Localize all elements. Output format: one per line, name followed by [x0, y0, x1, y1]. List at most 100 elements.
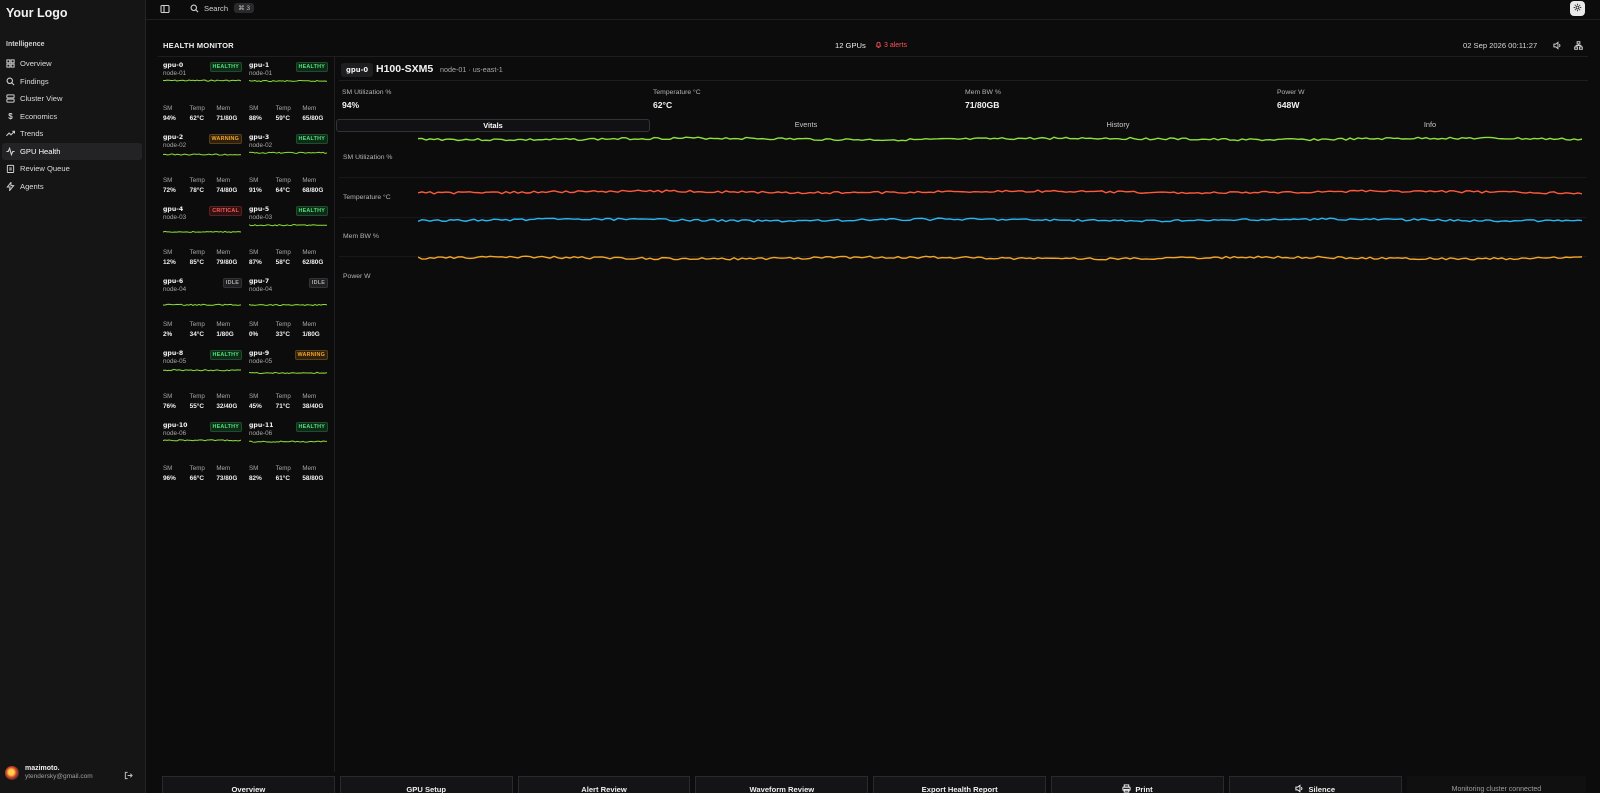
stat-label-sm: SM	[163, 393, 173, 400]
waveform-line	[418, 255, 1582, 261]
sidebar-item-review-queue[interactable]: Review Queue	[2, 160, 142, 178]
gpu-stats: SM 76% Temp 55°C Mem 32/40G	[163, 393, 243, 410]
search-button[interactable]: Search ⌘ 3	[190, 3, 254, 13]
gpu-card[interactable]: gpu-0 node-01 HEALTHY SM 94% Temp 62°C Mem 71/80…	[160, 57, 244, 129]
print-button[interactable]: Print	[1051, 776, 1224, 793]
gpu-card[interactable]: gpu-2 node-02 WARNING SM 72% Temp 78°C Mem 74/80…	[160, 129, 244, 201]
sidebar-item-gpu-health[interactable]: GPU Health	[2, 142, 142, 160]
user-profile[interactable]: mazimoto. ytendersky@gmail.com	[5, 765, 93, 780]
gpu-card-node: node-03	[249, 214, 273, 221]
gpu-card[interactable]: gpu-10 node-06 HEALTHY SM 96% Temp 66°C Mem 73/8…	[160, 417, 244, 489]
tab-vitals[interactable]: Vitals	[336, 119, 650, 132]
stat-value-sm: 72%	[163, 187, 176, 194]
sidebar-item-economics[interactable]: $ Economics	[2, 108, 142, 126]
button-label: Export Health Report	[921, 785, 998, 793]
gpu-card[interactable]: gpu-3 node-02 HEALTHY SM 91% Temp 64°C Mem 68/80…	[246, 129, 330, 201]
stat-label-mem: Mem	[302, 249, 317, 256]
waveform-review-button[interactable]: Waveform Review	[695, 776, 869, 793]
gpu-card[interactable]: gpu-7 node-04 IDLE SM 0% Temp 33°C Mem 1/80G	[246, 273, 330, 345]
tab-events[interactable]: Events	[650, 119, 962, 132]
metric-label: Mem BW %	[965, 89, 1001, 96]
gpu-stats: SM 96% Temp 66°C Mem 73/80G	[163, 465, 243, 482]
sidebar-item-overview[interactable]: Overview	[2, 55, 142, 73]
metric-value: 648W	[1277, 100, 1300, 110]
stat-label-temp: Temp	[189, 177, 205, 184]
search-icon	[190, 4, 199, 13]
stat-label-temp: Temp	[275, 465, 291, 472]
gpu-card[interactable]: gpu-6 node-04 IDLE SM 2% Temp 34°C Mem 1/80G	[160, 273, 244, 345]
gpu-card-node: node-04	[163, 286, 187, 293]
stat-value-mem: 1/80G	[302, 331, 320, 338]
gpu-card[interactable]: gpu-8 node-05 HEALTHY SM 76% Temp 55°C Mem 32/40…	[160, 345, 244, 417]
bottom-action-bar: Overview GPU Setup Alert Review Waveform…	[162, 776, 1587, 793]
overview-button[interactable]: Overview	[162, 776, 335, 793]
status-badge: HEALTHY	[295, 62, 328, 72]
stat-label-mem: Mem	[216, 249, 231, 256]
divider	[334, 57, 335, 772]
gpu-card-node: node-06	[249, 430, 273, 437]
status-badge: HEALTHY	[209, 422, 242, 432]
button-label: GPU Setup	[406, 785, 447, 793]
gpu-card[interactable]: gpu-4 node-03 CRITICAL SM 12% Temp 85°C Mem 79/8…	[160, 201, 244, 273]
stat-value-temp: 58°C	[275, 259, 290, 266]
sidebar-item-findings[interactable]: Findings	[2, 73, 142, 91]
gpu-card[interactable]: gpu-11 node-06 HEALTHY SM 82% Temp 61°C Mem 58/8…	[246, 417, 330, 489]
gpu-card-id: gpu-5	[249, 206, 270, 213]
status-badge: WARNING	[294, 350, 328, 360]
gpu-setup-button[interactable]: GPU Setup	[339, 776, 513, 793]
stat-value-sm: 76%	[163, 403, 176, 410]
gpu-card[interactable]: gpu-5 node-03 HEALTHY SM 87% Temp 58°C Mem 62/80…	[246, 201, 330, 273]
stat-value-temp: 64°C	[275, 187, 290, 194]
stat-label-sm: SM	[163, 177, 173, 184]
metric-value: 71/80GB	[965, 100, 1000, 110]
stat-value-mem: 79/80G	[216, 259, 238, 266]
trace-label-sm: SM Utilization %	[343, 154, 393, 161]
sidebar-item-cluster-view[interactable]: Cluster View	[2, 90, 142, 108]
silence-button[interactable]: Silence	[1228, 776, 1402, 793]
gpu-card-node: node-05	[163, 358, 187, 365]
volume-icon[interactable]	[1553, 41, 1562, 50]
avatar	[5, 765, 19, 780]
sidebar-toggle-icon[interactable]	[160, 4, 170, 14]
alert-review-button[interactable]: Alert Review	[517, 776, 691, 793]
metric-label: SM Utilization %	[342, 89, 392, 96]
trace-label-power: Power W	[343, 273, 371, 280]
button-label: Overview	[231, 785, 266, 793]
stat-value-temp: 71°C	[275, 403, 290, 410]
sidebar-item-agents[interactable]: Agents	[2, 178, 142, 196]
stat-value-sm: 82%	[249, 475, 262, 482]
stat-label-sm: SM	[249, 321, 259, 328]
gpu-card-id: gpu-0	[163, 62, 184, 69]
tab-info[interactable]: Info	[1274, 119, 1586, 132]
stat-value-sm: 96%	[163, 475, 176, 482]
gpu-card-id: gpu-1	[249, 62, 270, 69]
export-report-button[interactable]: Export Health Report	[873, 776, 1047, 793]
gpu-card[interactable]: gpu-9 node-05 WARNING SM 45% Temp 71°C Mem 38/40…	[246, 345, 330, 417]
gpu-sparkline	[249, 224, 327, 227]
sidebar-item-trends[interactable]: Trends	[2, 125, 142, 143]
trace-label-temp: Temperature °C	[343, 194, 391, 201]
logo[interactable]: Your Logo	[6, 6, 68, 20]
alerts-indicator[interactable]: 3 alerts	[875, 41, 907, 50]
status-badge: WARNING	[208, 134, 242, 144]
logout-icon[interactable]	[124, 771, 133, 780]
gpu-card[interactable]: gpu-1 node-01 HEALTHY SM 88% Temp 59°C Mem 65/80…	[246, 57, 330, 129]
gpu-card-id: gpu-4	[163, 206, 184, 213]
stat-label-sm: SM	[249, 393, 259, 400]
sidebar-item-label: Findings	[20, 76, 49, 86]
stat-label-temp: Temp	[275, 249, 291, 256]
stat-value-sm: 45%	[249, 403, 262, 410]
sidebar-item-label: Agents	[20, 181, 44, 191]
metric-label: Power W	[1277, 89, 1305, 96]
stat-label-temp: Temp	[189, 105, 205, 112]
stat-label-mem: Mem	[216, 465, 231, 472]
dollar-icon: $	[8, 111, 13, 121]
gpu-sparkline	[163, 369, 241, 372]
settings-button[interactable]	[1570, 1, 1585, 16]
gpu-location: node-01 · us-east-1	[440, 65, 503, 74]
tab-history[interactable]: History	[962, 119, 1274, 132]
network-icon[interactable]	[1574, 41, 1583, 50]
gpu-sparkline	[163, 230, 241, 233]
search-icon	[6, 77, 15, 86]
waveform-line	[418, 189, 1582, 195]
